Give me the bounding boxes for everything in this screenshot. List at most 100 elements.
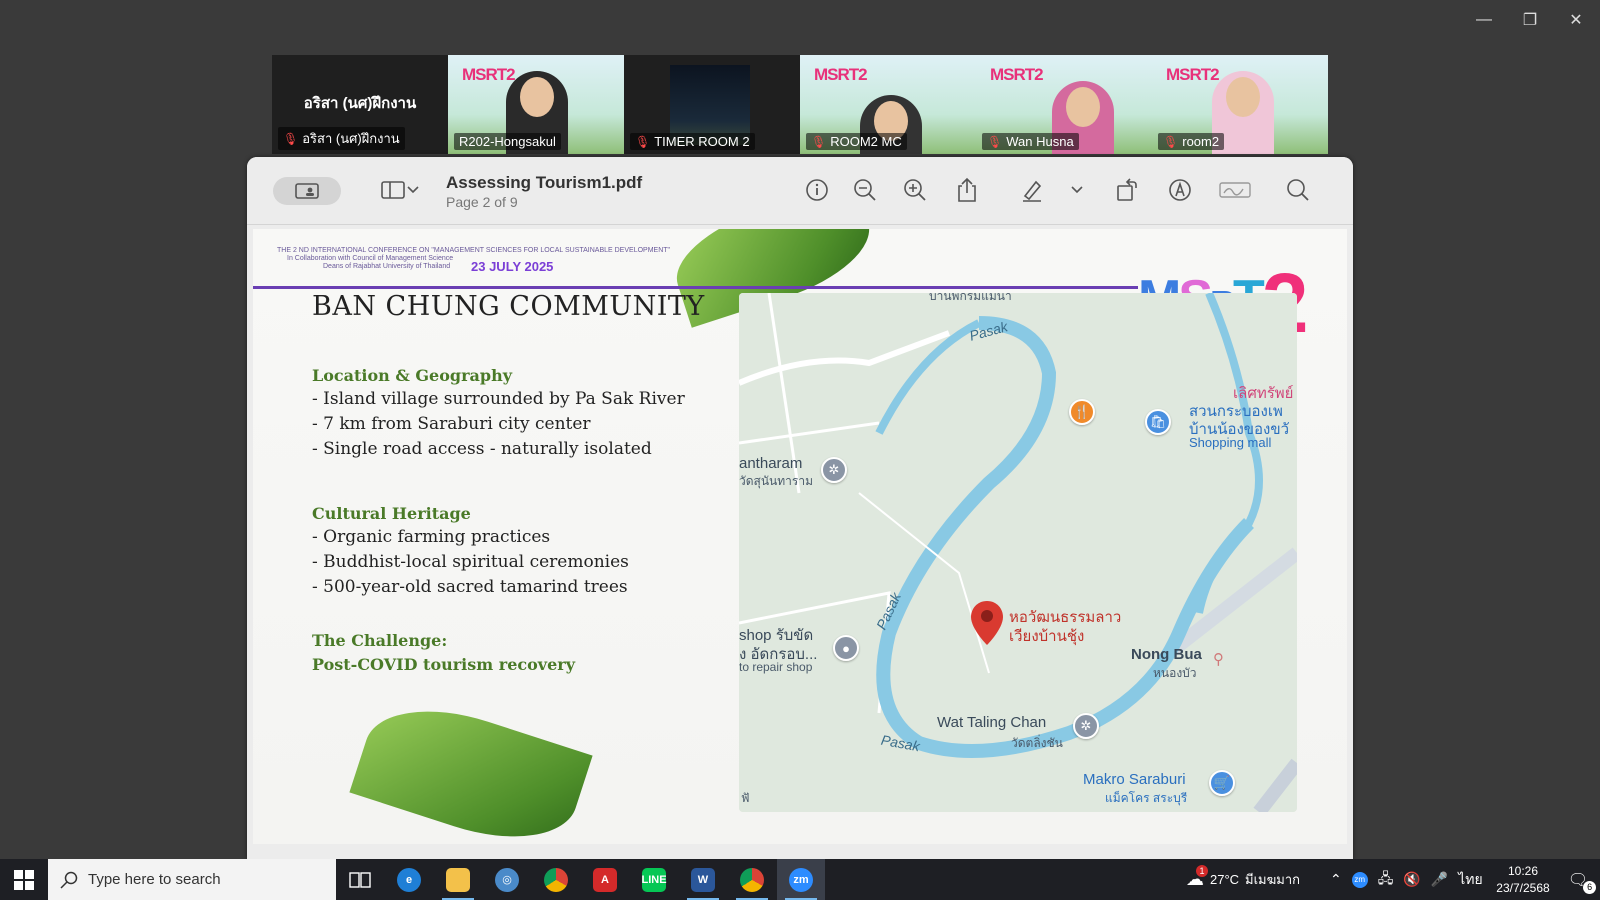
chevron-up-icon[interactable]: ⌃ (1330, 871, 1342, 888)
chrome-icon (544, 867, 568, 892)
bullet-item: - 7 km from Saraburi city center (312, 414, 591, 434)
participant-name: R202-Hongsakul (459, 134, 556, 149)
location-pin-icon[interactable] (969, 599, 1005, 647)
search-button[interactable] (1283, 175, 1313, 205)
header-divider (253, 286, 1138, 289)
network-icon[interactable]: 🖧 (1378, 868, 1394, 892)
section-heading-heritage: Cultural Heritage (312, 504, 471, 523)
weather-temp: 27°C (1210, 872, 1240, 887)
file-explorer-app[interactable] (434, 859, 482, 900)
map-label-repair-shop: to repair shop (739, 660, 813, 674)
participant-name: Wan Husna (1006, 134, 1074, 149)
zoom-tray-icon[interactable]: zm (1351, 871, 1368, 888)
sidebar-toggle-button[interactable] (375, 175, 425, 205)
participant-name-tag: 🎙 Wan Husna (982, 133, 1079, 150)
share-button[interactable] (952, 175, 982, 205)
msrt-logo-mini: MSRT2 (462, 65, 516, 84)
volume-muted-icon[interactable]: 🔇 (1403, 871, 1420, 888)
participant-name-tag: 🎙 room2 (1158, 133, 1225, 150)
highlight-icon (1023, 180, 1042, 202)
close-button[interactable]: ✕ (1554, 8, 1598, 32)
taskbar-search[interactable]: Type here to search (48, 859, 336, 900)
info-button[interactable] (802, 175, 832, 205)
rotate-icon (1117, 178, 1137, 201)
pdf-viewer-window: Assessing Tourism1.pdf Page 2 of 9 THE 2… (247, 157, 1353, 859)
leaf-decoration (349, 687, 593, 844)
zoom-out-button[interactable] (850, 175, 880, 205)
share-icon (958, 177, 976, 202)
highlight-options-button[interactable] (1067, 175, 1087, 205)
restore-button[interactable]: ❐ (1508, 8, 1552, 32)
pdf-page: THE 2 ND INTERNATIONAL CONFERENCE ON "MA… (253, 229, 1347, 844)
markup-button[interactable] (1165, 175, 1195, 205)
participant-name: ROOM2 MC (830, 134, 902, 149)
start-button[interactable] (0, 859, 48, 900)
microphone-icon[interactable]: 🎤 (1431, 871, 1448, 888)
participant-tile[interactable]: MSRT2 🎙 Wan Husna (976, 55, 1152, 154)
edge-app[interactable]: e (385, 859, 433, 900)
map-label-shopping-mall: Shopping mall (1189, 435, 1272, 450)
participant-name: room2 (1182, 134, 1220, 149)
notification-icon: 🗨 6 (1568, 870, 1597, 894)
signature-button[interactable] (1217, 175, 1253, 205)
line-app[interactable]: LINE (630, 859, 678, 900)
bullet-item: - Buddhist-local spiritual ceremonies (312, 552, 629, 572)
acrobat-icon: A (593, 867, 617, 892)
clock[interactable]: 10:26 23/7/2568 (1488, 859, 1558, 900)
word-app[interactable]: W (679, 859, 727, 900)
chrome-profile-app[interactable] (728, 859, 776, 900)
pdf-toolbar: Assessing Tourism1.pdf Page 2 of 9 (247, 157, 1353, 225)
search-placeholder: Type here to search (88, 871, 221, 888)
temple-icon[interactable]: ✲ (1073, 713, 1099, 739)
acrobat-app[interactable]: A (581, 859, 629, 900)
windows-taskbar: Type here to search e ◎ A LINE W zm ☁ 1 2… (0, 859, 1600, 900)
cloud-icon: ☁ 1 (1186, 865, 1208, 890)
system-tray: ⌃ zm 🖧 🔇 🎤 ไทย (1330, 859, 1483, 900)
participant-name-tag: 🎙 ROOM2 MC (806, 133, 907, 150)
rotate-button[interactable] (1112, 175, 1142, 205)
shopping-cart-icon[interactable]: 🛒 (1209, 770, 1235, 796)
search-icon (60, 871, 78, 889)
zoom-out-icon (854, 179, 876, 201)
participant-tile[interactable]: อริสา (นศ)ฝึกงาน 🎙 อริสา (นศ)ฝึกงาน (272, 55, 448, 154)
bullet-item: - Single road access - naturally isolate… (312, 439, 652, 459)
mic-muted-icon: 🎙 (283, 131, 299, 146)
minimize-button[interactable]: — (1462, 8, 1506, 32)
photos-app[interactable]: ◎ (483, 859, 531, 900)
chevron-down-icon (1071, 186, 1083, 194)
participant-tile[interactable]: MSRT2 🎙 room2 (1152, 55, 1328, 154)
temple-icon[interactable]: ✲ (821, 457, 847, 483)
participant-tile[interactable]: MSRT2 🎙 ROOM2 MC (800, 55, 976, 154)
language-indicator[interactable]: ไทย (1458, 869, 1482, 891)
zoom-icon: zm (789, 867, 813, 892)
restaurant-icon[interactable]: 🍴 (1069, 399, 1095, 425)
slide-title: BAN CHUNG COMMUNITY (312, 291, 705, 322)
zoom-app[interactable]: zm (777, 859, 825, 900)
map-label-makro: Makro Saraburi (1083, 771, 1186, 788)
mic-muted-icon: 🎙 (635, 134, 651, 149)
participant-name-tag: 🎙 TIMER ROOM 2 (630, 133, 755, 150)
clock-date: 23/7/2568 (1496, 880, 1550, 895)
notifications-button[interactable]: 🗨 6 (1560, 859, 1597, 900)
line-icon: LINE (641, 867, 667, 892)
conference-date: 23 JULY 2025 (471, 259, 554, 274)
highlight-button[interactable] (1017, 175, 1047, 205)
task-view-button[interactable] (336, 859, 384, 900)
map-label-nong-bua-th: หนองบัว (1153, 666, 1197, 680)
participant-tile[interactable]: 🎙 TIMER ROOM 2 (624, 55, 800, 154)
participant-tile-active[interactable]: MSRT2 R202-Hongsakul (448, 55, 624, 154)
map-label-wat-th: วัดตลิ่งชัน (1011, 736, 1063, 750)
participant-strip: อริสา (นศ)ฝึกงาน 🎙 อริสา (นศ)ฝึกงาน MSRT… (272, 55, 1328, 154)
msrt-logo-mini: MSRT2 (990, 65, 1044, 84)
zoom-in-button[interactable] (900, 175, 930, 205)
challenge-text: Post-COVID tourism recovery (312, 655, 575, 674)
clock-time: 10:26 (1507, 863, 1539, 878)
bullet-item: - Organic farming practices (312, 527, 551, 547)
presenter-view-button[interactable] (273, 177, 341, 205)
place-marker-icon: ⚲ (1213, 651, 1224, 668)
chrome-app[interactable] (532, 859, 580, 900)
mic-muted-icon: 🎙 (811, 134, 827, 149)
shopping-bag-icon[interactable]: 🛍 (1145, 409, 1171, 435)
weather-widget[interactable]: ☁ 1 27°C มีเมฆมาก (1186, 859, 1300, 900)
shop-pin-icon[interactable]: ● (833, 635, 859, 661)
